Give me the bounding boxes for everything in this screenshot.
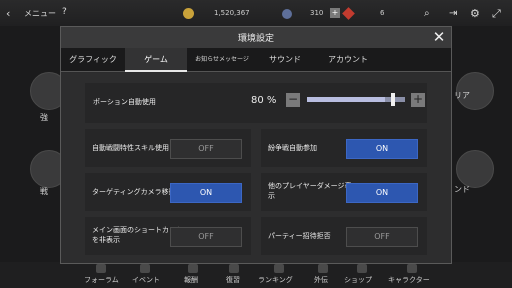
event-icon — [140, 264, 150, 273]
potion-slider-thumb[interactable] — [391, 93, 396, 106]
back-arrow-icon[interactable]: ‹ — [6, 7, 10, 20]
crystal-icon — [282, 9, 292, 19]
potion-increase-button[interactable]: + — [411, 93, 425, 107]
left-label-bottom: 戦 — [40, 187, 48, 196]
question-icon[interactable]: ? — [62, 7, 67, 17]
tab-account[interactable]: アカウント — [313, 48, 383, 72]
shop-icon — [357, 264, 367, 273]
bottom-tab-side-story[interactable]: 外伝 — [314, 275, 328, 285]
bottom-tab-shop[interactable]: ショップ — [344, 275, 372, 285]
option-auto-battle-skill: 自動戦闘特性スキル使用 OFF — [85, 129, 251, 167]
dialog-header: 環境設定 ✕ — [61, 27, 451, 48]
search-icon[interactable]: ⌕ — [424, 8, 430, 19]
settings-dialog: 環境設定 ✕ グラフィック ゲーム お知らせメッセージ サウンド アカウント ポ… — [60, 26, 452, 264]
character-icon — [407, 264, 417, 273]
tab-graphics[interactable]: グラフィック — [61, 48, 125, 72]
option-conflict-auto-join: 紛争戦自動参加 ON — [261, 129, 427, 167]
tab-game[interactable]: ゲーム — [125, 48, 187, 72]
potion-auto-use-row: ポーション自動使用 80 % − + — [85, 83, 427, 123]
right-emblem-bottom — [456, 150, 494, 188]
bottom-tab-reward[interactable]: 報酬 — [184, 275, 198, 285]
auto-battle-skill-toggle[interactable]: OFF — [170, 139, 242, 159]
right-label-top: リア — [454, 91, 470, 100]
targeting-camera-toggle[interactable]: ON — [170, 183, 242, 203]
gold-coin-icon — [183, 8, 194, 19]
option-label: ターゲティングカメラ移動 — [92, 188, 176, 196]
option-label: パーティー招待拒否 — [268, 232, 331, 240]
option-label: 他のプレイヤーダメージ表示 — [268, 182, 352, 200]
bottom-tab-review[interactable]: 復習 — [226, 275, 240, 285]
settings-tabs: グラフィック ゲーム お知らせメッセージ サウンド アカウント — [61, 48, 451, 72]
option-other-player-damage: 他のプレイヤーダメージ表示 ON — [261, 173, 427, 211]
right-label-bottom: ンド — [454, 185, 470, 194]
option-party-invite-reject: パーティー招待拒否 OFF — [261, 217, 427, 255]
option-label: 紛争戦自動参加 — [268, 144, 317, 152]
option-hide-shortcuts: メイン画面のショートカット を非表示 OFF — [85, 217, 251, 255]
gear-icon[interactable]: ⚙ — [470, 7, 480, 20]
bottom-tab-ranking[interactable]: ランキング — [258, 275, 293, 285]
forum-icon — [96, 264, 106, 273]
potion-slider-fill — [307, 97, 386, 102]
option-label: 自動戦闘特性スキル使用 — [92, 144, 169, 152]
side-story-icon — [318, 264, 328, 273]
reward-icon — [188, 264, 198, 273]
review-icon — [229, 264, 239, 273]
bottom-tab-character[interactable]: キャラクター — [388, 275, 430, 285]
left-label-top: 強 — [40, 113, 48, 122]
gold-amount: 1,520,367 — [214, 9, 250, 17]
close-icon[interactable]: ✕ — [431, 29, 447, 45]
ruby-amount: 6 — [380, 9, 385, 17]
ruby-icon — [342, 7, 355, 20]
potion-decrease-button[interactable]: − — [286, 93, 300, 107]
party-invite-reject-toggle[interactable]: OFF — [346, 227, 418, 247]
expand-icon[interactable]: ⤢ — [492, 7, 501, 21]
conflict-auto-join-toggle[interactable]: ON — [346, 139, 418, 159]
ranking-icon — [274, 264, 284, 273]
exit-icon[interactable]: ⇥ — [449, 8, 457, 19]
potion-auto-use-label: ポーション自動使用 — [93, 98, 156, 106]
menu-label[interactable]: メニュー — [24, 8, 56, 19]
bottom-tab-forum[interactable]: フォーラム — [84, 275, 119, 285]
bottom-tab-event[interactable]: イベント — [132, 275, 160, 285]
tab-notifications[interactable]: お知らせメッセージ — [187, 48, 257, 72]
tab-sound[interactable]: サウンド — [257, 48, 313, 72]
option-targeting-camera: ターゲティングカメラ移動 ON — [85, 173, 251, 211]
add-crystal-button[interactable]: + — [330, 8, 340, 18]
potion-percent-value: 80 % — [251, 95, 277, 106]
settings-content: ポーション自動使用 80 % − + 自動戦闘特性スキル使用 OFF 紛争戦自動… — [61, 73, 451, 263]
dialog-title: 環境設定 — [237, 34, 274, 44]
hide-shortcuts-toggle[interactable]: OFF — [170, 227, 242, 247]
bottom-bar — [0, 262, 512, 288]
other-player-damage-toggle[interactable]: ON — [346, 183, 418, 203]
top-bar: ‹ メニュー ? 1,520,367 310 + 6 ⌕ ⇥ ⚙ ⤢ — [0, 0, 512, 26]
potion-slider[interactable] — [307, 93, 405, 106]
crystal-amount: 310 — [310, 9, 324, 17]
